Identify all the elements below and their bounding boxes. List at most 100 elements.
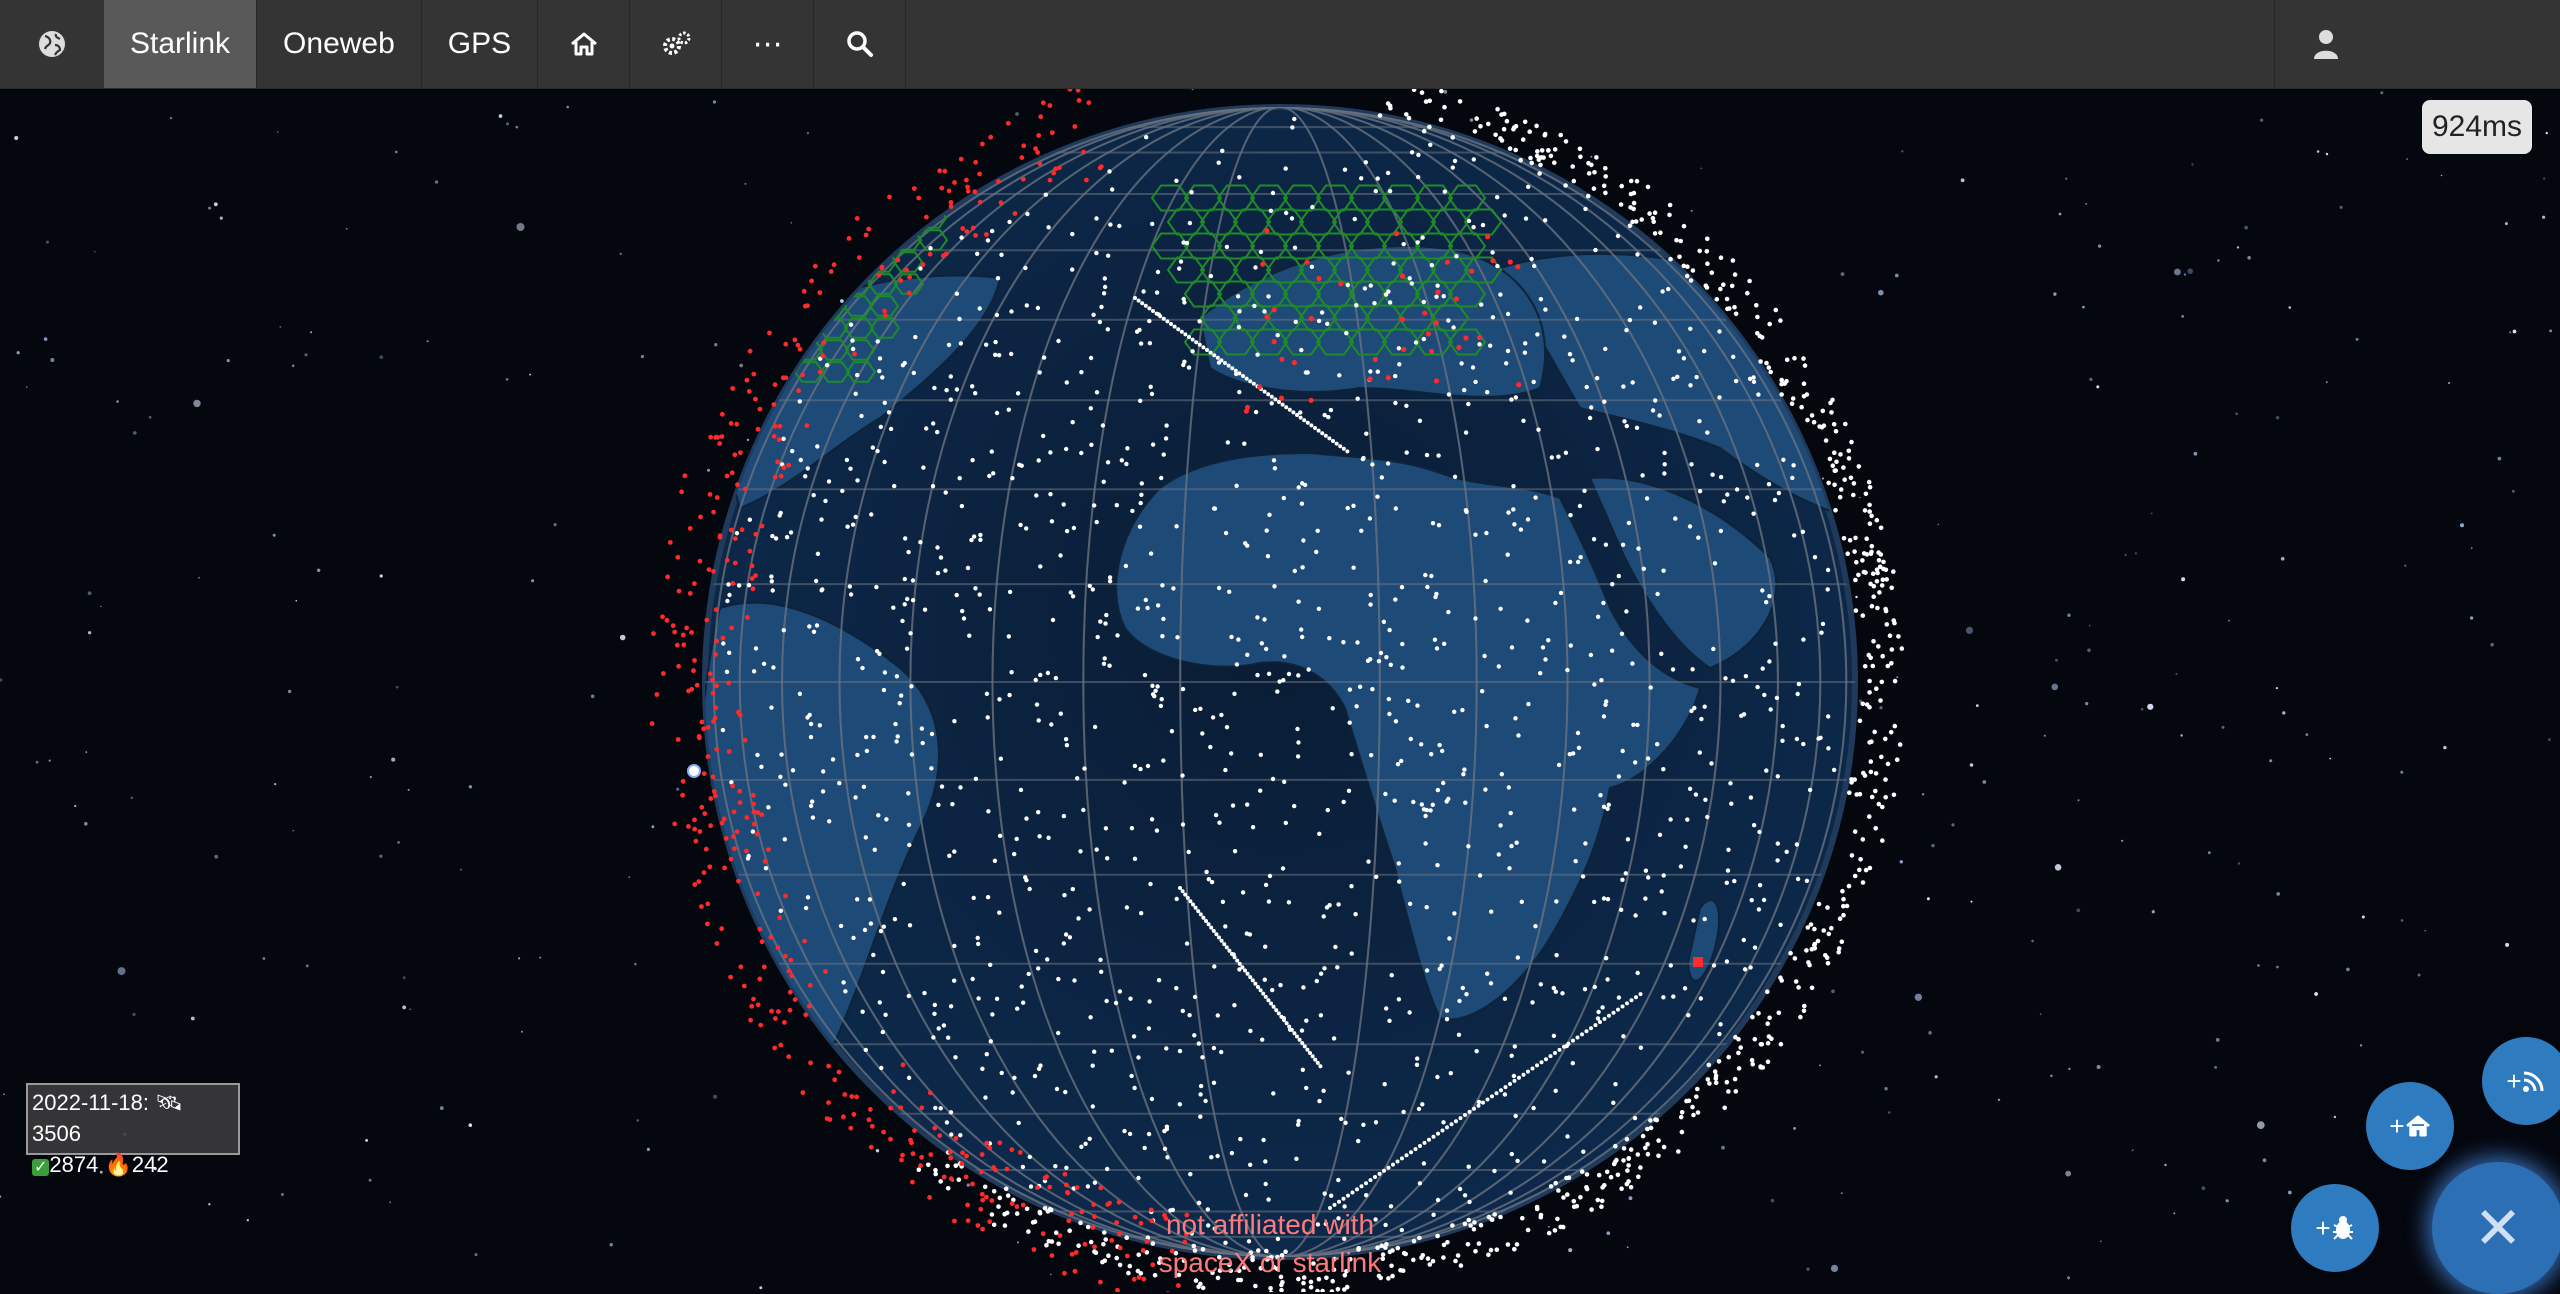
satellite-dot: [1422, 129, 1427, 134]
ground-station-marker[interactable]: [688, 765, 700, 777]
satellite-dot: [903, 577, 907, 581]
star: [2401, 919, 2404, 922]
star: [1822, 478, 1824, 480]
satellite-dot: [1293, 246, 1297, 250]
satellite-dot: [1194, 340, 1198, 344]
satellite-dot: [1617, 574, 1621, 578]
tab-gps[interactable]: GPS: [422, 0, 538, 88]
satellite-dot: [913, 335, 917, 339]
satellite-dot: [1473, 533, 1477, 537]
star: [2441, 175, 2443, 177]
satellite-dot: [1857, 868, 1862, 873]
satellite-dot: [1149, 385, 1153, 389]
add-feed-button[interactable]: +: [2482, 1037, 2560, 1125]
satellite-dot: [1550, 455, 1554, 459]
satellite-dot: [1173, 325, 1177, 329]
satellite-dot: [849, 323, 853, 327]
satellite-dot: [1235, 959, 1239, 963]
satellite-dot: [1332, 1036, 1336, 1040]
satellite-dot: [773, 475, 778, 480]
satellite-dot: [1079, 1145, 1083, 1149]
satellite-dot: [1858, 792, 1863, 797]
star: [1607, 1231, 1611, 1235]
satellite-dot: [1175, 635, 1179, 639]
satellite-dot: [1423, 841, 1427, 845]
satellite-dot: [751, 372, 756, 377]
satellite-dot: [1560, 991, 1564, 995]
satellite-dot: [1309, 423, 1313, 427]
satellite-dot: [1170, 729, 1174, 733]
tab-oneweb[interactable]: Oneweb: [257, 0, 422, 88]
satellite-dot: [1463, 335, 1468, 340]
add-bug-button[interactable]: +: [2291, 1184, 2379, 1272]
satellite-dot: [901, 1062, 906, 1067]
satellite-dot: [1015, 1204, 1020, 1209]
satellite-dot: [987, 1146, 992, 1151]
tab-starlink[interactable]: Starlink: [104, 0, 257, 88]
star: [1976, 704, 1979, 707]
satellite-dot: [1419, 742, 1423, 746]
satellite-dot: [883, 670, 887, 674]
satellite-dot: [1425, 905, 1429, 909]
satellite-dot: [1565, 668, 1569, 672]
satellite-dot: [1086, 1184, 1090, 1188]
satellite-dot: [1526, 1228, 1531, 1233]
satellite-dot: [947, 854, 951, 858]
satellite-dot: [1140, 301, 1144, 305]
satellite-dot: [1216, 356, 1220, 360]
satellite-dot: [1138, 525, 1142, 529]
home-button[interactable]: [538, 0, 630, 88]
satellite-dot: [1065, 1190, 1070, 1195]
satellite-dot: [1147, 306, 1151, 310]
satellite-dot: [1549, 1184, 1554, 1189]
satellite-dot: [1533, 924, 1537, 928]
more-button[interactable]: ⋯: [722, 0, 814, 88]
satellite-dot: [1187, 1013, 1191, 1017]
satellite-dot: [1201, 916, 1205, 920]
satellite-dot: [1753, 945, 1757, 949]
settings-button[interactable]: [630, 0, 722, 88]
satellite-dot: [1178, 1102, 1182, 1106]
satellite-dot: [1136, 1055, 1140, 1059]
satellite-dot: [725, 599, 729, 603]
satellite-dot: [1436, 1198, 1440, 1202]
satellite-dot: [1055, 1087, 1059, 1091]
globe-icon[interactable]: [0, 0, 104, 88]
star: [518, 957, 520, 959]
star: [2263, 1158, 2267, 1162]
star: [1935, 1075, 1938, 1078]
search-button[interactable]: [814, 0, 906, 88]
user-button[interactable]: [2274, 0, 2376, 88]
satellite-dot: [1842, 536, 1847, 541]
satellite-dot: [1056, 339, 1060, 343]
satellite-dot: [1222, 942, 1226, 946]
satellite-dot: [1852, 777, 1857, 782]
star: [506, 122, 509, 125]
satellite-dot: [1725, 1080, 1730, 1085]
satellite-dot: [1150, 684, 1154, 688]
satellite-dot: [1253, 1284, 1258, 1289]
satellite-dot: [1407, 1010, 1411, 1014]
satellite-dot: [1504, 361, 1508, 365]
satellite-dot: [1083, 1142, 1087, 1146]
satellite-dot: [1601, 601, 1605, 605]
satellite-dot: [1873, 826, 1878, 831]
satellite-dot: [910, 1180, 915, 1185]
selected-satellite-marker[interactable]: [1693, 957, 1703, 967]
close-menu-button[interactable]: ✕: [2432, 1162, 2560, 1294]
satellite-dot: [1147, 1132, 1151, 1136]
satellite-dot: [1547, 1231, 1552, 1236]
satellite-dot: [1098, 1186, 1103, 1191]
add-home-button[interactable]: +: [2366, 1082, 2454, 1170]
globe-scene[interactable]: [0, 88, 2560, 1292]
star: [2055, 659, 2058, 662]
satellite-dot: [933, 1003, 937, 1007]
satellite-dot: [1867, 814, 1872, 819]
satellite-dot: [1098, 619, 1102, 623]
star: [1568, 1248, 1572, 1252]
home-icon: [570, 32, 598, 56]
satellite-dot: [1296, 600, 1300, 604]
satellite-dot: [712, 789, 717, 794]
satellite-dot: [1513, 1079, 1517, 1083]
satellite-dot: [762, 965, 767, 970]
